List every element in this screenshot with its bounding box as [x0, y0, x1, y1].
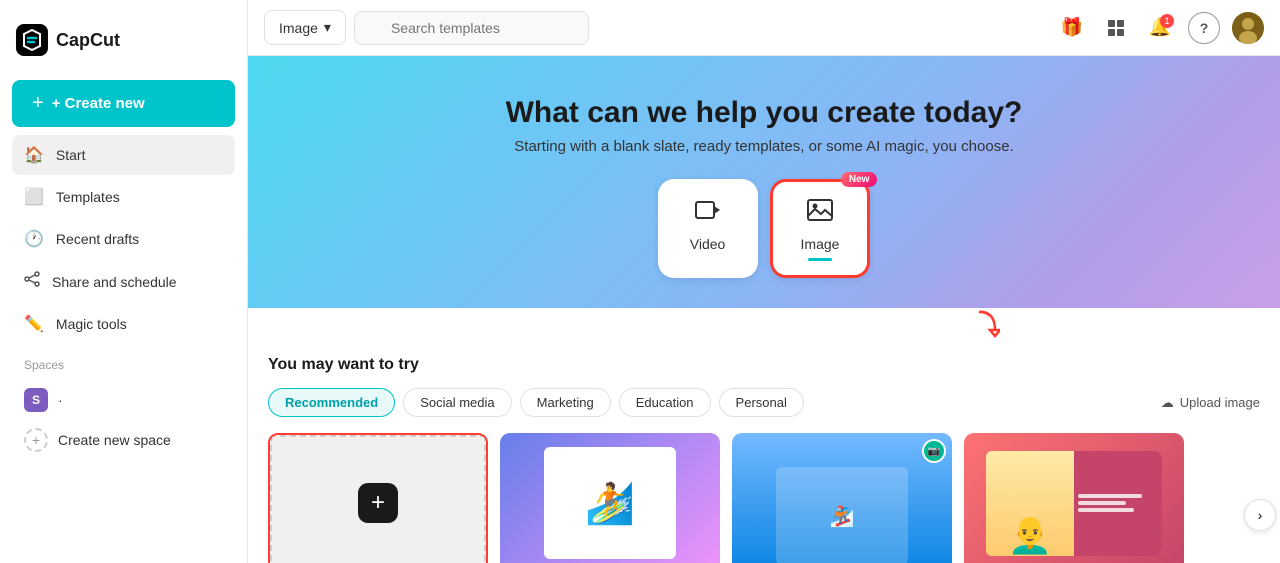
logo-text: CapCut	[56, 30, 120, 51]
template-instagram-story[interactable]: 📷 🏂 Instagram story	[732, 433, 952, 563]
image-tab[interactable]: New Image	[770, 179, 871, 278]
search-wrapper	[354, 11, 754, 45]
upload-label: Upload image	[1180, 395, 1260, 410]
templates-icon: ⬜	[24, 187, 44, 207]
sidebar-item-start[interactable]: 🏠 Start	[12, 135, 235, 175]
space-name: ·	[58, 392, 63, 408]
chevron-down-icon: ▾	[324, 19, 331, 36]
filter-marketing[interactable]: Marketing	[520, 388, 611, 417]
upload-image-button[interactable]: ☁ Upload image	[1161, 395, 1260, 411]
space-item[interactable]: S ·	[12, 380, 235, 420]
sidebar-item-start-label: Start	[56, 147, 86, 163]
templates-grid: + New image 🏄 Instagram post	[268, 433, 1260, 563]
video-icon	[694, 196, 722, 230]
new-image-thumb: +	[268, 433, 488, 563]
sidebar-item-magic-tools[interactable]: ✏️ Magic tools	[12, 304, 235, 344]
video-tab[interactable]: Video	[658, 179, 758, 278]
create-new-button[interactable]: + + Create new	[12, 80, 235, 127]
sidebar-item-templates-label: Templates	[56, 189, 120, 205]
create-space-label: Create new space	[58, 432, 171, 448]
instagram-post-thumb: 🏄	[500, 433, 720, 563]
search-input[interactable]	[354, 11, 589, 45]
new-badge: New	[841, 172, 878, 187]
hero-title: What can we help you create today?	[268, 96, 1260, 130]
next-button[interactable]: ›	[1244, 499, 1276, 531]
sidebar-item-share-schedule[interactable]: Share and schedule	[12, 261, 235, 302]
main-content: Image ▾ 🎁 🔔 1 ? What can we hel	[248, 0, 1280, 563]
gift-icon[interactable]: 🎁	[1056, 12, 1088, 44]
space-avatar: S	[24, 388, 48, 412]
home-icon: 🏠	[24, 145, 44, 165]
notification-badge: 1	[1160, 14, 1174, 28]
sidebar-item-share-label: Share and schedule	[52, 274, 177, 290]
image-tab-label: Image	[801, 236, 840, 252]
create-new-label: + Create new	[52, 95, 145, 112]
video-tab-label: Video	[690, 236, 726, 252]
section-title: You may want to try	[268, 356, 1260, 374]
logo: CapCut	[12, 16, 235, 64]
hero-banner: What can we help you create today? Start…	[248, 56, 1280, 308]
spaces-label: Spaces	[12, 346, 235, 380]
hero-subtitle: Starting with a blank slate, ready templ…	[268, 138, 1260, 155]
templates-section: You may want to try Recommended Social m…	[248, 340, 1280, 563]
layout-icon[interactable]	[1100, 12, 1132, 44]
image-filter-button[interactable]: Image ▾	[264, 10, 346, 45]
magic-icon: ✏️	[24, 314, 44, 334]
search-container: Image ▾	[264, 10, 1048, 45]
filter-tabs: Recommended Social media Marketing Educa…	[268, 388, 1260, 417]
arrow-container	[248, 308, 1280, 340]
notification-icon[interactable]: 🔔 1	[1144, 12, 1176, 44]
sidebar-item-magic-label: Magic tools	[56, 316, 127, 332]
capcut-logo-icon	[16, 24, 48, 56]
upload-icon: ☁	[1161, 395, 1174, 411]
youtube-thumb: 👨‍🦲	[964, 433, 1184, 563]
template-youtube-thumbnail[interactable]: 👨‍🦲 YouTube thumbnail	[964, 433, 1184, 563]
create-space-button[interactable]: + Create new space	[12, 420, 235, 460]
image-icon	[806, 196, 834, 230]
filter-personal[interactable]: Personal	[719, 388, 804, 417]
instagram-story-thumb: 📷 🏂	[732, 433, 952, 563]
filter-label: Image	[279, 20, 318, 36]
sidebar: CapCut + + Create new 🏠 Start ⬜ Template…	[0, 0, 248, 563]
help-icon[interactable]: ?	[1188, 12, 1220, 44]
filter-education[interactable]: Education	[619, 388, 711, 417]
plus-circle-icon: +	[24, 428, 48, 452]
arrow-indicator	[960, 310, 1000, 340]
share-icon	[24, 271, 40, 292]
header-icons: 🎁 🔔 1 ?	[1056, 12, 1264, 44]
content-area: What can we help you create today? Start…	[248, 56, 1280, 563]
sidebar-item-templates[interactable]: ⬜ Templates	[12, 177, 235, 217]
add-icon: +	[358, 483, 398, 523]
user-avatar[interactable]	[1232, 12, 1264, 44]
hero-tabs: Video New Image	[268, 179, 1260, 278]
sidebar-item-drafts-label: Recent drafts	[56, 231, 139, 247]
header: Image ▾ 🎁 🔔 1 ?	[248, 0, 1280, 56]
tab-underline	[808, 258, 832, 261]
template-new-image[interactable]: + New image	[268, 433, 488, 563]
sidebar-item-recent-drafts[interactable]: 🕐 Recent drafts	[12, 219, 235, 259]
filter-social-media[interactable]: Social media	[403, 388, 511, 417]
clock-icon: 🕐	[24, 229, 44, 249]
template-instagram-post[interactable]: 🏄 Instagram post	[500, 433, 720, 563]
filter-recommended[interactable]: Recommended	[268, 388, 395, 417]
